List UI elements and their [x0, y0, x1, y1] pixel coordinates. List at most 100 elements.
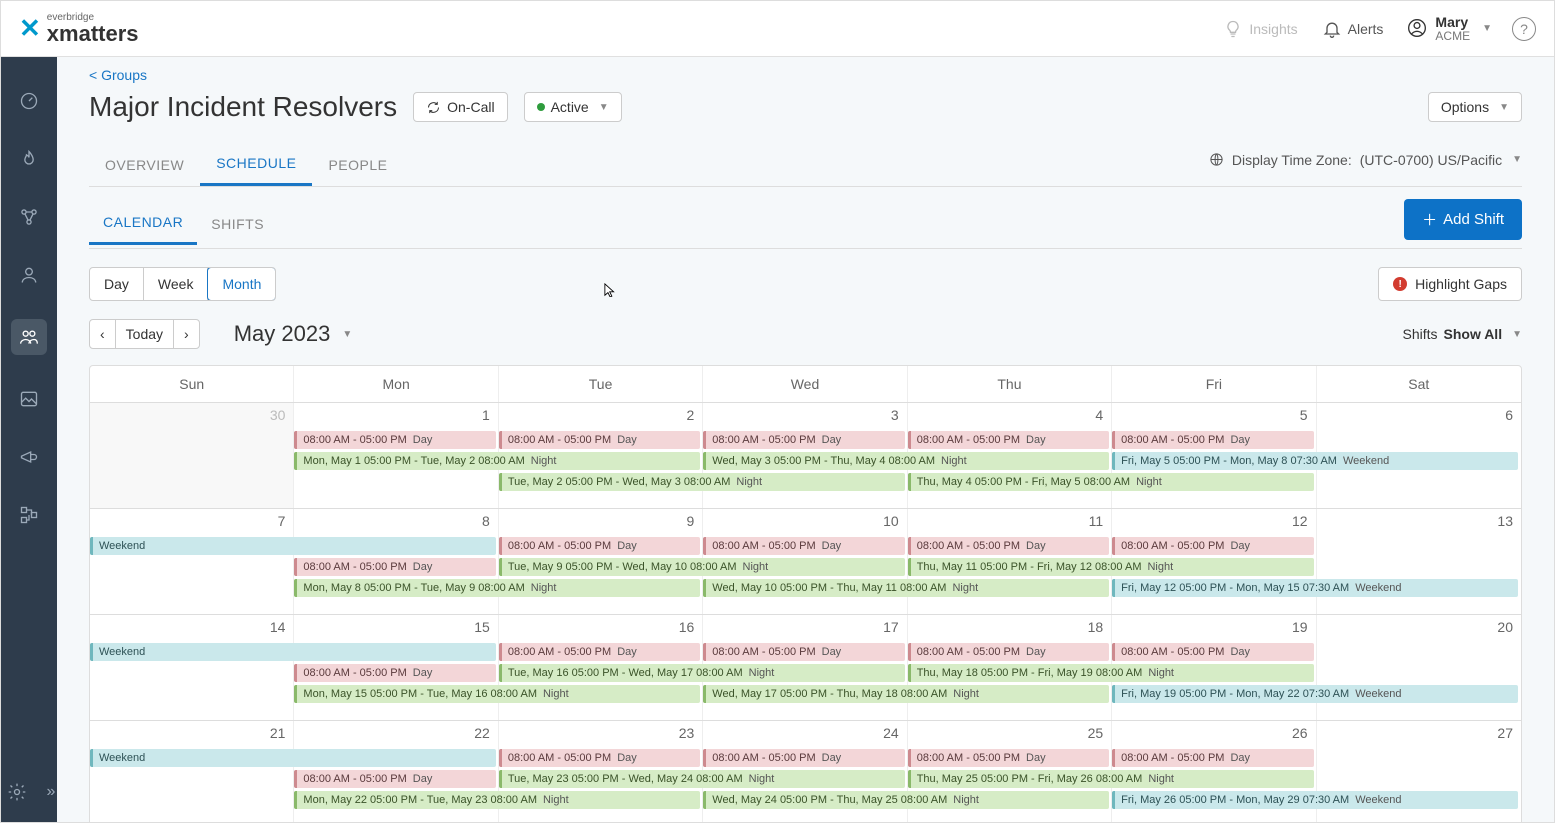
shift-event[interactable]: 08:00 AM - 05:00 PMDay — [294, 770, 496, 788]
insights-link[interactable]: Insights — [1223, 19, 1297, 39]
subtab-shifts[interactable]: SHIFTS — [197, 204, 278, 244]
brand-main: xmatters — [47, 23, 139, 45]
prev-button[interactable]: ‹ — [90, 320, 116, 348]
shift-event[interactable]: Wed, May 24 05:00 PM - Thu, May 25 08:00… — [703, 791, 1109, 809]
nav-analytics[interactable] — [15, 385, 43, 413]
group-icon — [19, 327, 39, 347]
tz-dropdown[interactable]: (UTC-0700) US/Pacific ▼ — [1360, 152, 1522, 168]
shift-event[interactable]: 08:00 AM - 05:00 PMDay — [703, 431, 905, 449]
shift-event[interactable]: Fri, May 5 05:00 PM - Mon, May 8 07:30 A… — [1112, 452, 1518, 470]
sidebar-expand[interactable]: » — [47, 783, 56, 801]
shift-event[interactable]: 08:00 AM - 05:00 PMDay — [1112, 749, 1314, 767]
shift-event[interactable]: Mon, May 22 05:00 PM - Tue, May 23 08:00… — [294, 791, 700, 809]
nav-dashboard[interactable] — [15, 87, 43, 115]
nodes-icon — [19, 207, 39, 227]
shift-event[interactable]: Wed, May 17 05:00 PM - Thu, May 18 08:00… — [703, 685, 1109, 703]
day-cell[interactable]: 14 — [90, 615, 294, 720]
status-dropdown[interactable]: Active ▼ — [524, 92, 622, 122]
week-row: 21222324252627Weekend08:00 AM - 05:00 PM… — [90, 720, 1521, 822]
options-dropdown[interactable]: Options ▼ — [1428, 92, 1522, 122]
dow-header: Thu — [908, 366, 1112, 402]
shift-event[interactable]: 08:00 AM - 05:00 PMDay — [499, 431, 701, 449]
shift-event[interactable]: 08:00 AM - 05:00 PMDay — [908, 431, 1110, 449]
tab-overview[interactable]: OVERVIEW — [89, 145, 200, 185]
shift-event[interactable]: 08:00 AM - 05:00 PMDay — [294, 431, 496, 449]
shift-event[interactable]: Tue, May 9 05:00 PM - Wed, May 10 08:00 … — [499, 558, 905, 576]
shift-event[interactable]: 08:00 AM - 05:00 PMDay — [294, 558, 496, 576]
add-shift-button[interactable]: ＋ Add Shift — [1404, 199, 1522, 240]
shift-event[interactable]: Mon, May 1 05:00 PM - Tue, May 2 08:00 A… — [294, 452, 700, 470]
user-org: ACME — [1435, 30, 1470, 44]
user-menu[interactable]: Mary ACME ▼ — [1407, 14, 1492, 44]
alerts-link[interactable]: Alerts — [1322, 19, 1384, 39]
nav-services[interactable] — [15, 203, 43, 231]
tz-label: Display Time Zone: — [1232, 152, 1352, 168]
view-week[interactable]: Week — [144, 268, 209, 300]
dow-header: Wed — [703, 366, 907, 402]
shift-event[interactable]: 08:00 AM - 05:00 PMDay — [1112, 643, 1314, 661]
shift-event[interactable]: 08:00 AM - 05:00 PMDay — [499, 749, 701, 767]
shift-event[interactable]: Thu, May 18 05:00 PM - Fri, May 19 08:00… — [908, 664, 1314, 682]
shift-event[interactable]: 08:00 AM - 05:00 PMDay — [908, 537, 1110, 555]
oncall-button[interactable]: On-Call — [413, 92, 507, 122]
shift-event[interactable]: 08:00 AM - 05:00 PMDay — [703, 749, 905, 767]
shift-event[interactable]: Tue, May 16 05:00 PM - Wed, May 17 08:00… — [499, 664, 905, 682]
day-cell[interactable]: 13 — [1317, 509, 1521, 614]
shift-event[interactable]: Fri, May 12 05:00 PM - Mon, May 15 07:30… — [1112, 579, 1518, 597]
shift-event[interactable]: Thu, May 4 05:00 PM - Fri, May 5 08:00 A… — [908, 473, 1314, 491]
help-button[interactable]: ? — [1512, 17, 1536, 41]
nav-groups[interactable] — [11, 319, 47, 355]
shift-event[interactable]: 08:00 AM - 05:00 PMDay — [1112, 537, 1314, 555]
dow-header: Mon — [294, 366, 498, 402]
nav-announce[interactable] — [15, 443, 43, 471]
shifts-filter[interactable]: Shifts Show All ▼ — [1402, 326, 1522, 342]
shift-event[interactable]: 08:00 AM - 05:00 PMDay — [703, 537, 905, 555]
shift-event[interactable]: 08:00 AM - 05:00 PMDay — [499, 643, 701, 661]
week-row: 3012345608:00 AM - 05:00 PMDay08:00 AM -… — [90, 402, 1521, 508]
shift-event[interactable]: Tue, May 23 05:00 PM - Wed, May 24 08:00… — [499, 770, 905, 788]
day-cell[interactable]: 20 — [1317, 615, 1521, 720]
nav-incidents[interactable] — [15, 145, 43, 173]
image-icon — [19, 389, 39, 409]
day-cell[interactable]: 21 — [90, 721, 294, 822]
shift-event[interactable]: 08:00 AM - 05:00 PMDay — [1112, 431, 1314, 449]
tab-schedule[interactable]: SCHEDULE — [200, 143, 312, 186]
shift-event[interactable]: Weekend — [90, 643, 496, 661]
view-day[interactable]: Day — [90, 268, 144, 300]
shift-event[interactable]: Fri, May 19 05:00 PM - Mon, May 22 07:30… — [1112, 685, 1518, 703]
shift-event[interactable]: Weekend — [90, 537, 496, 555]
shift-event[interactable]: 08:00 AM - 05:00 PMDay — [908, 749, 1110, 767]
tab-people[interactable]: PEOPLE — [312, 145, 403, 185]
month-picker[interactable]: May 2023 ▼ — [234, 321, 353, 347]
next-button[interactable]: › — [174, 320, 199, 348]
shift-event[interactable]: Weekend — [90, 749, 496, 767]
view-month[interactable]: Month — [207, 267, 276, 301]
shift-event[interactable]: Thu, May 11 05:00 PM - Fri, May 12 08:00… — [908, 558, 1314, 576]
day-cell[interactable]: 7 — [90, 509, 294, 614]
shift-event[interactable]: Mon, May 15 05:00 PM - Tue, May 16 08:00… — [294, 685, 700, 703]
shift-event[interactable]: Thu, May 25 05:00 PM - Fri, May 26 08:00… — [908, 770, 1314, 788]
shift-event[interactable]: 08:00 AM - 05:00 PMDay — [908, 643, 1110, 661]
gear-icon — [7, 782, 27, 802]
brand-logo[interactable]: ✕ everbridge xmatters — [19, 13, 139, 45]
today-button[interactable]: Today — [116, 320, 174, 348]
day-cell[interactable]: 30 — [90, 403, 294, 508]
shift-event[interactable]: Mon, May 8 05:00 PM - Tue, May 9 08:00 A… — [294, 579, 700, 597]
nav-settings[interactable] — [3, 778, 31, 806]
shift-event[interactable]: 08:00 AM - 05:00 PMDay — [294, 664, 496, 682]
topbar: ✕ everbridge xmatters Insights Alerts Ma… — [1, 1, 1554, 57]
breadcrumb[interactable]: < Groups — [89, 67, 147, 83]
plus-icon: ＋ — [1422, 209, 1437, 230]
shift-event[interactable]: Wed, May 10 05:00 PM - Thu, May 11 08:00… — [703, 579, 1109, 597]
nav-workflow[interactable] — [15, 501, 43, 529]
shift-event[interactable]: Tue, May 2 05:00 PM - Wed, May 3 08:00 A… — [499, 473, 905, 491]
highlight-gaps-button[interactable]: ! Highlight Gaps — [1378, 267, 1522, 301]
lightbulb-icon — [1223, 19, 1243, 39]
subtab-calendar[interactable]: CALENDAR — [89, 202, 197, 245]
shift-event[interactable]: 08:00 AM - 05:00 PMDay — [703, 643, 905, 661]
nav-users[interactable] — [15, 261, 43, 289]
shift-event[interactable]: 08:00 AM - 05:00 PMDay — [499, 537, 701, 555]
avatar-icon — [1407, 18, 1427, 38]
shift-event[interactable]: Wed, May 3 05:00 PM - Thu, May 4 08:00 A… — [703, 452, 1109, 470]
shift-event[interactable]: Fri, May 26 05:00 PM - Mon, May 29 07:30… — [1112, 791, 1518, 809]
